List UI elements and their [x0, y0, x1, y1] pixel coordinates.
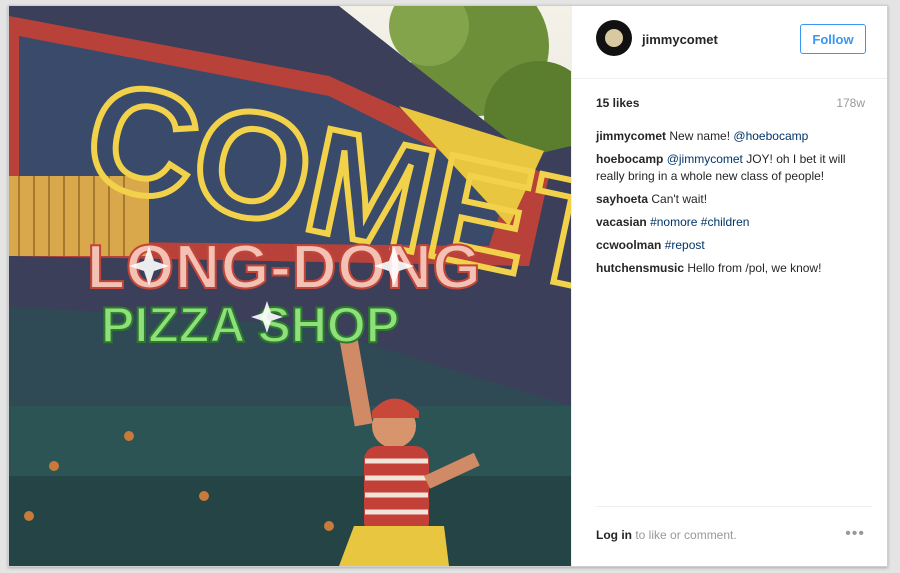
- comment-username[interactable]: jimmycomet: [596, 129, 666, 143]
- comment-text: Hello from /pol, we know!: [687, 261, 822, 275]
- avatar-image: [605, 29, 623, 47]
- comment-username[interactable]: hoebocamp: [596, 152, 663, 166]
- comment-text: New name!: [669, 129, 734, 143]
- post-card: COMET LONG-DONG PIZZA SHOP jimmycomet Fo…: [8, 5, 888, 567]
- username-link[interactable]: jimmycomet: [642, 32, 718, 47]
- comment-tag-link[interactable]: #repost: [665, 238, 705, 252]
- comment-tag-link[interactable]: @jimmycomet: [667, 152, 743, 166]
- comment-username[interactable]: sayhoeta: [596, 192, 648, 206]
- post-header: jimmycomet Follow: [572, 6, 887, 79]
- comment: jimmycomet New name! @hoebocamp: [596, 128, 872, 145]
- avatar[interactable]: [596, 20, 632, 56]
- comment-username[interactable]: hutchensmusic: [596, 261, 684, 275]
- follow-button[interactable]: Follow: [800, 24, 866, 54]
- comment-text: Can't wait!: [651, 192, 708, 206]
- overlay-text-line2: PIZZA SHOP: [101, 297, 399, 353]
- login-prompt-text: to like or comment.: [632, 528, 737, 542]
- likes-count[interactable]: 15 likes: [596, 96, 639, 110]
- comment: sayhoeta Can't wait!: [596, 191, 872, 208]
- comment-list: jimmycomet New name! @hoebocamp hoebocamp…: [596, 128, 872, 283]
- comment: vacasian #nomore #children: [596, 214, 872, 231]
- login-link[interactable]: Log in: [596, 528, 632, 542]
- storefront-image: COMET LONG-DONG PIZZA SHOP: [9, 6, 571, 566]
- login-prompt: Log in to like or comment.: [596, 528, 737, 542]
- comment-tag-link[interactable]: @hoebocamp: [733, 129, 808, 143]
- comment-tag-link[interactable]: #children: [701, 215, 750, 229]
- comment: hutchensmusic Hello from /pol, we know!: [596, 260, 872, 277]
- footer-divider: [596, 506, 872, 507]
- post-age: 178w: [836, 96, 865, 110]
- comment-username[interactable]: ccwoolman: [596, 238, 661, 252]
- comment-username[interactable]: vacasian: [596, 215, 647, 229]
- post-sidebar: jimmycomet Follow 15 likes 178w jimmycom…: [571, 6, 887, 566]
- comment: hoebocamp @jimmycomet JOY! oh I bet it w…: [596, 151, 872, 185]
- more-options-icon[interactable]: •••: [845, 525, 865, 543]
- comment-tag-link[interactable]: #nomore: [650, 215, 697, 229]
- post-photo[interactable]: COMET LONG-DONG PIZZA SHOP: [9, 6, 571, 566]
- comment: ccwoolman #repost: [596, 237, 872, 254]
